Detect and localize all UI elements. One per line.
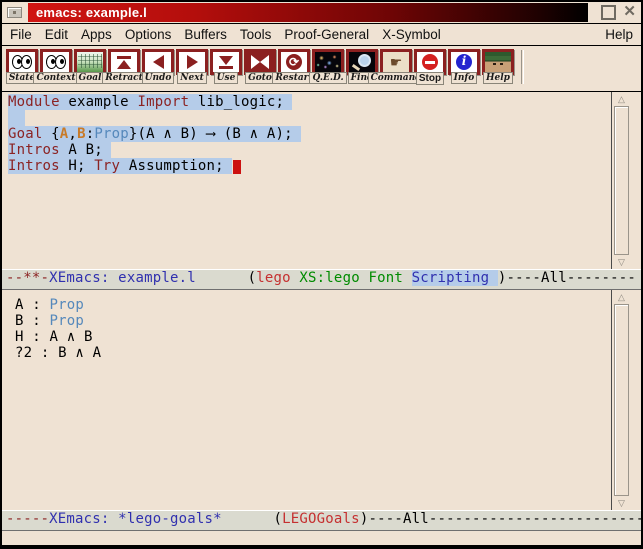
buffer-line: Intros A B; [8,142,611,158]
toolbar-button-stop[interactable]: Stop [413,49,447,85]
maximize-icon[interactable] [601,5,616,20]
goals-buffer-window: A : PropB : PropH : A ∧ B?2 : B ∧ A △ ▽ [2,290,641,510]
goals-modeline[interactable]: -----XEmacs: *lego-goals* (LEGOGoals)---… [2,510,641,531]
menu-item-proof-general[interactable]: Proof-General [284,27,369,42]
scrollbar-track[interactable] [614,303,629,497]
buffer-line: H : A ∧ B [15,329,611,345]
scrollbar-track[interactable] [614,105,629,256]
toolbar-button-info[interactable]: i Info [447,49,481,84]
toolbar-button-context[interactable]: Context [39,49,73,84]
window-menu-button[interactable] [7,7,22,18]
window-controls: ✕ [588,5,641,20]
buffer-line [8,110,611,126]
right-margin [631,92,641,269]
toolbar-button-command[interactable]: ☛ Command [379,49,413,84]
text-cursor [233,160,241,174]
goals-scrollbar[interactable]: △ ▽ [611,290,631,510]
goals-buffer[interactable]: A : PropB : PropH : A ∧ B?2 : B ∧ A [2,290,611,510]
menu-item-tools[interactable]: Tools [240,27,272,42]
scrollbar-down-arrow[interactable]: ▽ [613,497,630,509]
titlebar[interactable]: emacs: example.l ✕ [2,2,641,23]
scrollbar-down-arrow[interactable]: ▽ [613,256,630,268]
menu-item-options[interactable]: Options [125,27,172,42]
buffer-line: Module example Import lib_logic; [8,94,611,110]
scrollbar-up-arrow[interactable]: △ [613,93,630,105]
toolbar-button-use[interactable]: Use [209,49,243,84]
buffer-line: ?2 : B ∧ A [15,345,611,361]
script-buffer-window: Module example Import lib_logic; Goal {A… [2,92,641,269]
window-content: emacs: example.l ✕ File Edit Apps Option… [2,2,641,545]
menu-item-file[interactable]: File [10,27,32,42]
menu-item-edit[interactable]: Edit [45,27,68,42]
script-buffer[interactable]: Module example Import lib_logic; Goal {A… [2,92,611,269]
buffer-line: Intros H; Try Assumption; [8,158,611,174]
right-margin [631,290,641,510]
toolbar-button-restart[interactable]: ⟳ Restart [277,49,311,84]
menu-item-apps[interactable]: Apps [81,27,112,42]
proof-toolbar: State Context Goal Retract Undo Next [2,46,641,92]
menu-item-buffers[interactable]: Buffers [184,27,227,42]
scrollbar-up-arrow[interactable]: △ [613,291,630,303]
scrollbar-thumb[interactable] [614,304,629,496]
menu-item-x-symbol[interactable]: X-Symbol [382,27,441,42]
buffer-line: B : Prop [15,313,611,329]
scrollbar-thumb[interactable] [614,106,629,255]
menubar: File Edit Apps Options Buffers Tools Pro… [2,23,641,46]
script-scrollbar[interactable]: △ ▽ [611,92,631,269]
toolbar-button-undo[interactable]: Undo [141,49,175,84]
buffer-line: A : Prop [15,297,611,313]
buffer-line: Goal {A,B:Prop}(A ∧ B) ⟶ (B ∧ A); [8,126,611,142]
toolbar-separator [521,50,524,84]
window-title: emacs: example.l [28,3,588,22]
toolbar-button-qed[interactable]: Q.E.D. [311,49,345,84]
minibuffer[interactable] [2,531,641,545]
xemacs-window: emacs: example.l ✕ File Edit Apps Option… [0,0,643,549]
close-icon[interactable]: ✕ [623,5,636,20]
script-modeline[interactable]: --**-XEmacs: example.l (lego XS:lego Fon… [2,269,641,290]
toolbar-button-help[interactable]: Help [481,49,515,84]
toolbar-button-retract[interactable]: Retract [107,49,141,84]
toolbar-button-next[interactable]: Next [175,49,209,84]
menu-item-help[interactable]: Help [605,27,633,42]
